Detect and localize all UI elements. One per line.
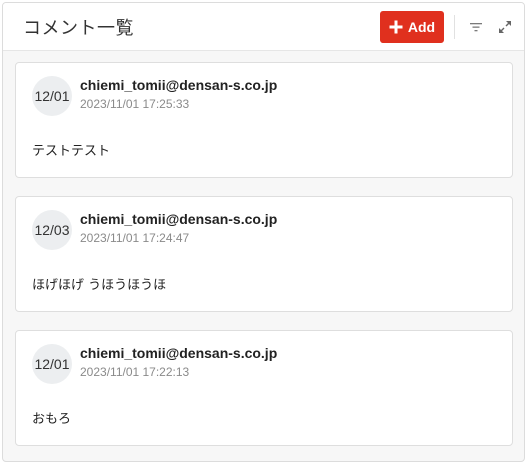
header-divider: [454, 15, 455, 39]
filter-icon: [470, 23, 482, 32]
panel-header: コメント一覧 Add: [3, 3, 524, 51]
filter-button[interactable]: [467, 18, 485, 36]
comment-card: 12/03 chiemi_tomii@densan-s.co.jp 2023/1…: [15, 196, 513, 312]
comment-panel: コメント一覧 Add 12/01 chiemi_tomii@densan-s.c…: [2, 2, 525, 462]
comment-card: 12/01 chiemi_tomii@densan-s.co.jp 2023/1…: [15, 330, 513, 446]
expand-button[interactable]: [496, 18, 514, 36]
avatar: 12/01: [32, 344, 72, 384]
comment-author: chiemi_tomii@densan-s.co.jp: [80, 211, 278, 227]
expand-icon: [499, 21, 511, 33]
comment-timestamp: 2023/11/01 17:24:47: [80, 231, 190, 245]
comment-timestamp: 2023/11/01 17:25:33: [80, 97, 190, 111]
avatar: 12/03: [32, 210, 72, 250]
comment-card: 12/01 chiemi_tomii@densan-s.co.jp 2023/1…: [15, 62, 513, 178]
comment-author: chiemi_tomii@densan-s.co.jp: [80, 345, 278, 361]
comment-text: テストテスト: [32, 144, 111, 159]
avatar: 12/01: [32, 76, 72, 116]
comment-timestamp: 2023/11/01 17:22:13: [80, 365, 190, 379]
comment-list: 12/01 chiemi_tomii@densan-s.co.jp 2023/1…: [3, 51, 524, 446]
add-button-label: Add: [407, 19, 436, 35]
add-comment-button[interactable]: Add: [380, 11, 444, 43]
comment-text: おもろ: [32, 412, 72, 427]
panel-title: コメント一覧: [23, 17, 134, 39]
comment-author: chiemi_tomii@densan-s.co.jp: [80, 77, 278, 93]
plus-icon: [389, 20, 403, 34]
header-actions: Add: [380, 11, 514, 43]
comment-text: ほげほげ うほうほうほ: [32, 278, 167, 293]
